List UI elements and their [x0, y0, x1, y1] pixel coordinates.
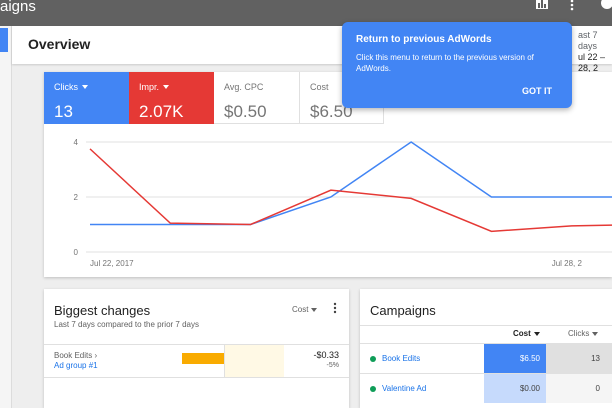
nav-selected-indicator[interactable]	[0, 28, 8, 52]
status-enabled-icon	[370, 386, 376, 392]
more-vert-icon[interactable]	[569, 0, 575, 11]
cost-cell: $0.00	[484, 374, 546, 403]
chevron-down-icon	[592, 331, 599, 336]
negative-change-bar	[182, 353, 224, 364]
y-tick-label: 0	[74, 248, 79, 257]
column-header-clicks[interactable]: Clicks	[568, 329, 599, 338]
date-range-value: ul 22 – 28, 2	[578, 52, 606, 73]
column-header-clicks-label: Clicks	[568, 329, 590, 338]
campaign-link[interactable]: Book Edits	[382, 354, 420, 363]
sort-arrow-icon	[533, 331, 540, 336]
positive-zone	[224, 345, 284, 377]
overview-title: Overview	[28, 36, 91, 52]
tooltip-title: Return to previous AdWords	[356, 34, 492, 45]
table-row[interactable]: Valentine Ad $0.00 0	[360, 373, 612, 403]
series-line-impr	[89, 148, 612, 233]
campaigns-card: Campaigns Cost Clicks Book Edits $6.50 1…	[360, 289, 612, 408]
column-header-cost[interactable]: Cost	[513, 329, 540, 338]
x-tick-label: Jul 22, 2017	[90, 259, 134, 268]
more-vert-icon[interactable]	[333, 302, 337, 314]
date-range-label: ast 7 days	[578, 30, 598, 51]
metric-dropdown[interactable]: Cost	[292, 305, 318, 314]
x-tick-label: Jul 28, 2	[552, 259, 583, 268]
column-header-cost-label: Cost	[513, 329, 531, 338]
cost-cell: $6.50	[484, 344, 546, 373]
series-line-clicks	[90, 141, 612, 226]
left-nav-rail	[0, 26, 12, 408]
tooltip-body: Click this menu to return to the previou…	[356, 53, 534, 73]
page-title: aigns	[0, 0, 36, 15]
date-range-selector[interactable]: ast 7 days ul 22 – 28, 2	[578, 30, 612, 74]
return-previous-tooltip: Return to previous AdWords Click this me…	[342, 22, 572, 108]
clicks-cell: 13	[546, 344, 612, 373]
metric-dropdown-label: Cost	[292, 305, 309, 314]
campaign-link[interactable]: Valentine Ad	[382, 384, 426, 393]
bar-chart-icon[interactable]	[536, 0, 548, 10]
campaigns-title: Campaigns	[370, 303, 436, 318]
table-row[interactable]: Book Edits $6.50 13	[360, 343, 612, 373]
chevron-down-icon	[311, 307, 318, 312]
status-enabled-icon	[370, 356, 376, 362]
table-row[interactable]: Book Edits › Ad group #1 -$0.33 -5%	[44, 344, 349, 378]
divider	[360, 325, 612, 326]
biggest-changes-subtitle: Last 7 days compared to the prior 7 days	[54, 320, 199, 329]
biggest-changes-title: Biggest changes	[54, 303, 151, 318]
got-it-button[interactable]: GOT IT	[522, 86, 552, 96]
change-bar	[164, 345, 284, 377]
ad-group-link[interactable]: Ad group #1	[54, 361, 98, 370]
y-tick-label: 4	[74, 138, 79, 147]
biggest-changes-card: Biggest changes Last 7 days compared to …	[44, 289, 349, 408]
change-delta: -$0.33	[313, 350, 339, 360]
clicks-cell: 0	[546, 374, 612, 403]
campaign-name[interactable]: Book Edits ›	[54, 351, 97, 360]
y-tick-label: 2	[74, 193, 79, 202]
change-percent: -5%	[326, 362, 339, 369]
account-icon[interactable]	[600, 0, 612, 10]
